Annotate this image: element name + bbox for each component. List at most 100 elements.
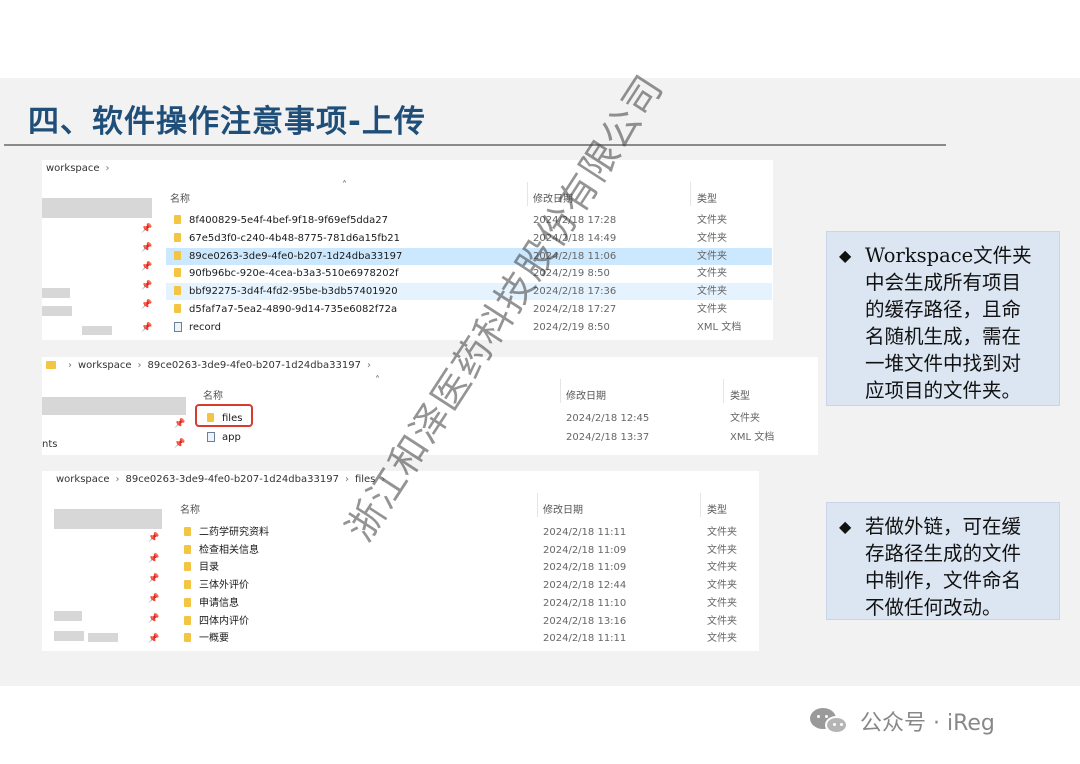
file-type: 文件夹 [730, 413, 760, 424]
pin-icon[interactable]: 📌 [174, 419, 185, 429]
callout-line: 中会生成所有项目 [865, 271, 1022, 294]
file-name-cell[interactable]: 67e5d3f0-c240-4b48-8775-781d6a15fb21 [174, 230, 400, 247]
sort-ascending-icon: ˄ [375, 375, 380, 386]
file-name-cell[interactable]: 三体外评价 [184, 577, 249, 594]
pin-icon[interactable]: 📌 [148, 634, 159, 644]
file-name-cell[interactable]: app [207, 429, 241, 446]
file-type: XML 文档 [697, 321, 742, 333]
column-divider[interactable] [700, 493, 701, 517]
column-header-date[interactable]: 修改日期 [543, 501, 583, 516]
file-name-cell[interactable]: 目录 [184, 559, 219, 576]
column-divider[interactable] [527, 182, 528, 206]
pin-icon[interactable]: 📌 [148, 533, 159, 543]
folder-icon [174, 232, 181, 242]
breadcrumb-item[interactable]: 89ce0263-3de9-4fe0-b207-1d24dba33197 [148, 360, 361, 371]
column-header-date[interactable]: 修改日期 [566, 387, 606, 402]
file-name: 90fb96bc-920e-4cea-b3a3-510e6978202f [189, 268, 399, 280]
column-divider[interactable] [560, 379, 561, 403]
sort-ascending-icon: ˄ [342, 180, 347, 191]
chevron-right-icon: › [105, 163, 110, 174]
breadcrumb-item[interactable]: workspace [78, 360, 132, 371]
column-header-type[interactable]: 类型 [697, 190, 717, 205]
modified-date: 2024/2/18 12:44 [543, 580, 627, 592]
sidebar-blurred [88, 633, 118, 642]
file-name-cell[interactable]: 申请信息 [184, 595, 239, 612]
folder-icon [174, 304, 181, 313]
breadcrumb-item[interactable]: 89ce0263-3de9-4fe0-b207-1d24dba33197 [126, 474, 339, 485]
file-row[interactable]: 三体外评价 2024/2/18 12:44 文件夹 [176, 577, 756, 594]
file-row[interactable]: app 2024/2/18 13:37 XML 文档 [199, 429, 815, 446]
file-row[interactable]: 检查相关信息 2024/2/18 11:09 文件夹 [176, 542, 756, 559]
pin-icon[interactable]: 📌 [141, 281, 152, 291]
callout-line: 不做任何改动。 [865, 596, 1002, 619]
callout-line: 应项目的文件夹。 [865, 379, 1022, 402]
pin-icon[interactable]: 📌 [174, 439, 185, 449]
pin-icon[interactable]: 📌 [141, 323, 152, 333]
file-type: 文件夹 [707, 633, 737, 645]
callout-line: 中制作，文件命名 [865, 569, 1022, 592]
file-name-cell[interactable]: bbf92275-3d4f-4fd2-95be-b3db57401920 [174, 283, 398, 300]
pin-icon[interactable]: 📌 [148, 614, 159, 624]
pin-icon[interactable]: 📌 [148, 594, 159, 604]
column-header-name[interactable]: 名称 [180, 501, 200, 516]
modified-date: 2024/2/19 8:50 [533, 321, 610, 333]
pin-icon[interactable]: 📌 [141, 243, 152, 253]
file-row[interactable]: 申请信息 2024/2/18 11:10 文件夹 [176, 595, 756, 612]
file-type: 文件夹 [707, 544, 737, 556]
modified-date: 2024/2/18 11:09 [543, 562, 627, 574]
pin-icon[interactable]: 📌 [141, 300, 152, 310]
file-row[interactable]: 67e5d3f0-c240-4b48-8775-781d6a15fb21 2024… [166, 230, 772, 247]
file-name-cell[interactable]: 一概要 [184, 630, 229, 647]
highlight-box [195, 404, 253, 427]
file-row[interactable]: bbf92275-3d4f-4fd2-95be-b3db57401920 2024… [166, 283, 772, 301]
file-name-cell[interactable]: 四体内评价 [184, 613, 249, 630]
callout-line: 一堆文件中找到对 [865, 352, 1022, 375]
file-name-cell[interactable]: 二药学研究资料 [184, 524, 269, 541]
file-row[interactable]: 目录 2024/2/18 11:09 文件夹 [176, 559, 756, 576]
file-name-cell[interactable]: d5faf7a7-5ea2-4890-9d14-735e6082f72a [174, 301, 397, 318]
modified-date: 2024/2/18 13:37 [566, 431, 650, 443]
file-name: 8f400829-5e4f-4bef-9f18-9f69ef5dda27 [189, 215, 388, 226]
file-row[interactable]: 一概要 2024/2/18 11:11 文件夹 [176, 630, 756, 647]
breadcrumb-item[interactable]: workspace [56, 474, 110, 485]
file-name: 三体外评价 [199, 580, 249, 592]
file-name-cell[interactable]: 检查相关信息 [184, 542, 259, 559]
file-type: 文件夹 [697, 304, 727, 315]
title-divider [4, 144, 946, 146]
column-divider[interactable] [537, 493, 538, 517]
column-header-type[interactable]: 类型 [707, 501, 727, 516]
file-name: 67e5d3f0-c240-4b48-8775-781d6a15fb21 [189, 232, 400, 244]
file-row[interactable]: 8f400829-5e4f-4bef-9f18-9f69ef5dda27 2024… [166, 212, 772, 229]
column-divider[interactable] [690, 182, 691, 206]
column-header-name[interactable]: 名称 [170, 190, 190, 205]
file-row[interactable]: 二药学研究资料 2024/2/18 11:11 文件夹 [176, 524, 756, 541]
file-row[interactable]: 四体内评价 2024/2/18 13:16 文件夹 [176, 613, 756, 630]
wechat-icon [810, 706, 850, 736]
file-name-cell[interactable]: record [174, 319, 221, 336]
sidebar-fragment[interactable]: nts [42, 439, 57, 450]
folder-icon [184, 544, 191, 554]
pin-icon[interactable]: 📌 [148, 554, 159, 564]
pin-icon[interactable]: 📌 [148, 574, 159, 584]
modified-date: 2024/2/18 17:27 [533, 304, 617, 315]
column-header-name[interactable]: 名称 [203, 387, 223, 402]
bullet-icon: ◆ [839, 246, 852, 265]
file-name: 目录 [199, 562, 219, 574]
pin-icon[interactable]: 📌 [141, 224, 152, 234]
file-type: 文件夹 [697, 232, 727, 244]
callout-external-link-note: ◆ 若做外链，可在缓 存路径生成的文件 中制作，文件命名 不做任何改动。 [826, 502, 1060, 620]
xml-file-icon [174, 321, 182, 332]
file-row[interactable]: 90fb96bc-920e-4cea-b3a3-510e6978202f 2024… [166, 265, 772, 282]
file-row[interactable]: 89ce0263-3de9-4fe0-b207-1d24dba33197 2024… [166, 247, 772, 265]
file-type: XML 文档 [730, 431, 775, 443]
file-name-cell[interactable]: 8f400829-5e4f-4bef-9f18-9f69ef5dda27 [174, 212, 388, 229]
pin-icon[interactable]: 📌 [141, 262, 152, 272]
file-name-cell[interactable]: 89ce0263-3de9-4fe0-b207-1d24dba33197 [174, 248, 402, 265]
sidebar-blurred [42, 198, 152, 218]
file-row[interactable]: files 2024/2/18 12:45 文件夹 [199, 410, 815, 427]
column-header-type[interactable]: 类型 [730, 387, 750, 402]
file-name-cell[interactable]: 90fb96bc-920e-4cea-b3a3-510e6978202f [174, 265, 398, 282]
chevron-right-icon: › [344, 474, 349, 485]
breadcrumb-item[interactable]: workspace [46, 163, 100, 174]
column-divider[interactable] [723, 379, 724, 403]
